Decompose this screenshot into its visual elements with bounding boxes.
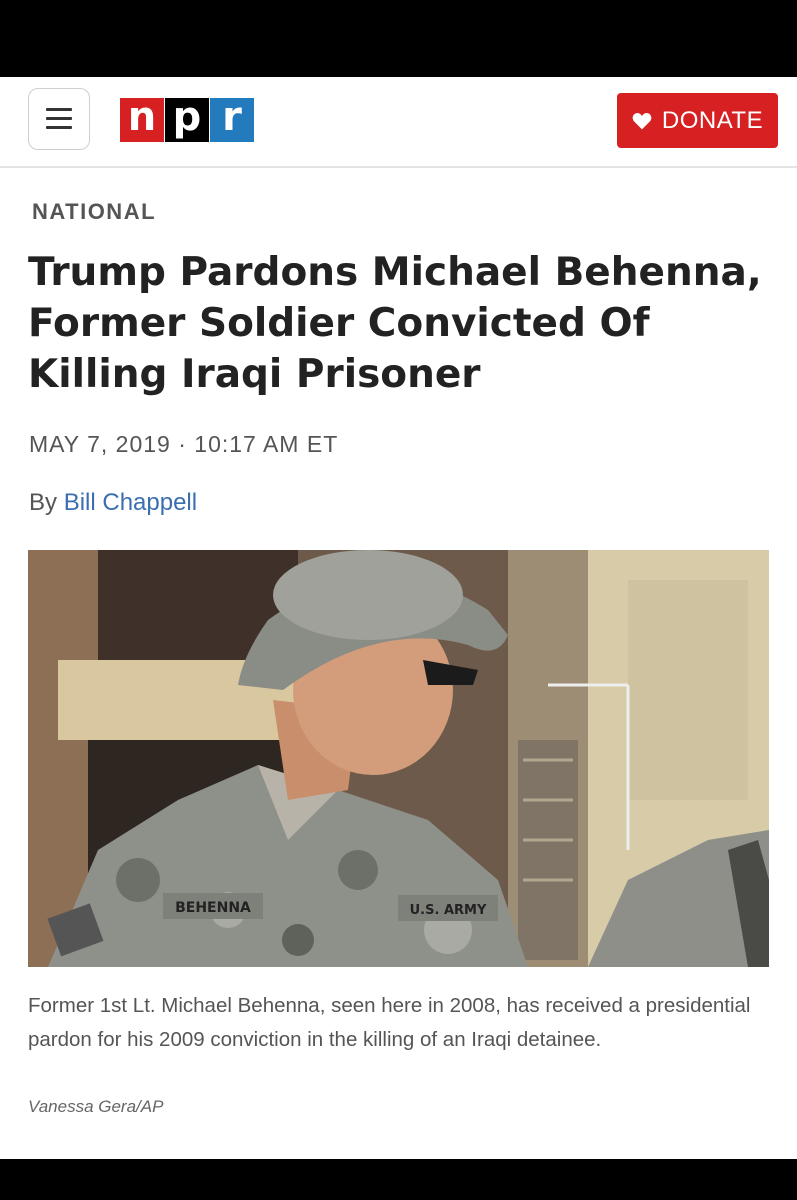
photo-caption: Former 1st Lt. Michael Behenna, seen her… — [28, 994, 751, 1051]
status-bar — [0, 0, 797, 77]
logo-letter-r: r — [210, 97, 254, 142]
bottom-bar — [0, 1159, 797, 1200]
logo-letter-n: n — [120, 97, 164, 142]
article-byline: By Bill Chappell — [29, 489, 197, 517]
article-photo[interactable]: BEHENNA U.S. ARMY — [28, 550, 769, 967]
heart-icon — [632, 112, 652, 129]
byline-prefix: By — [29, 489, 58, 516]
npr-logo[interactable]: n p r — [120, 97, 254, 142]
article-dateline: MAY 7, 2019 · 10:17 AM ET — [29, 431, 339, 457]
donate-label: DONATE — [661, 106, 764, 134]
soldier-photo-illustration: BEHENNA U.S. ARMY — [28, 550, 769, 967]
article-headline: Trump Pardons Michael Behenna, Former So… — [28, 250, 762, 397]
author-link[interactable]: Bill Chappell — [64, 489, 197, 516]
logo-letter-p: p — [165, 97, 209, 142]
name-tape-text: BEHENNA — [175, 900, 251, 916]
site-header: n p r DONATE — [0, 77, 797, 168]
branch-tape-text: U.S. ARMY — [410, 903, 487, 918]
section-label[interactable]: NATIONAL — [32, 199, 156, 225]
donate-button[interactable]: DONATE — [617, 93, 778, 148]
photo-credit: Vanessa Gera/AP — [28, 1097, 164, 1116]
article-page: n p r DONATE NATIONAL Trump Pardons Mich… — [0, 77, 797, 1159]
menu-button[interactable] — [28, 88, 90, 150]
